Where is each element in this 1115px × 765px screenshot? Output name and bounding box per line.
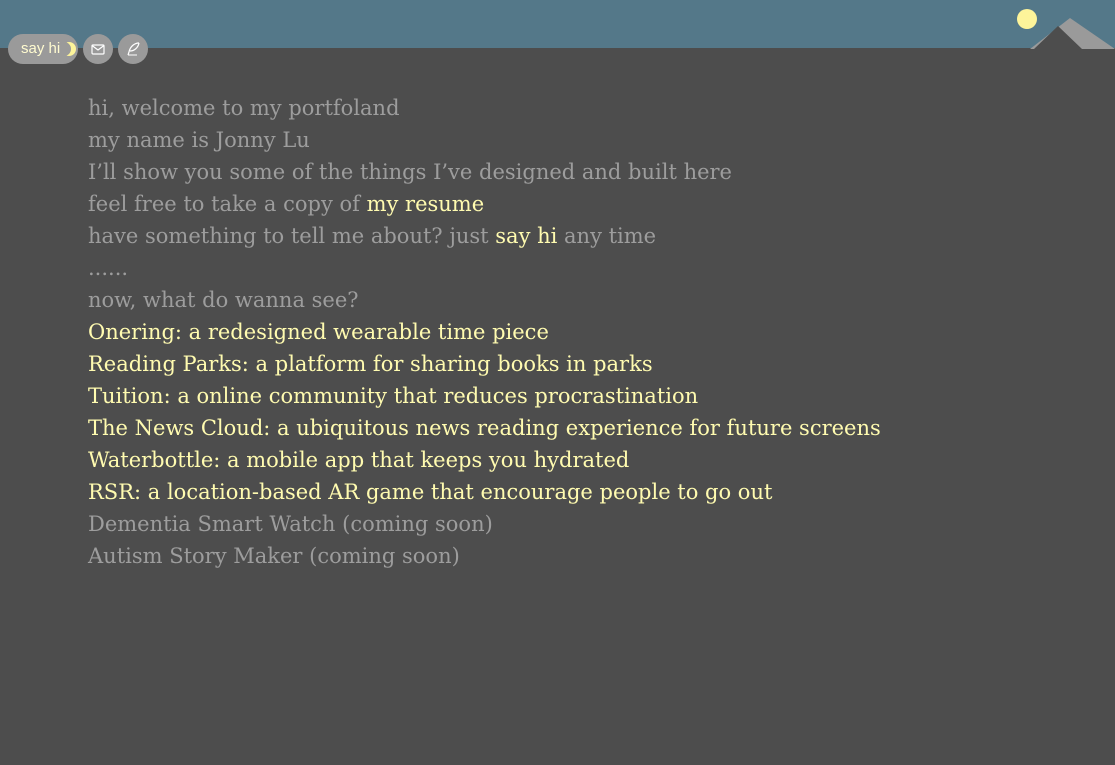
project-link-onering[interactable]: Onering: a redesigned wearable time piec… bbox=[88, 316, 1095, 348]
say-hi-button[interactable]: say hi bbox=[8, 34, 78, 64]
ellipsis-line: ...... bbox=[88, 256, 129, 280]
description-line: I’ll show you some of the things I’ve de… bbox=[88, 160, 732, 184]
header-bar bbox=[0, 0, 1115, 48]
say-hi-line-prefix: have something to tell me about? just bbox=[88, 224, 496, 248]
blog-button[interactable] bbox=[118, 34, 148, 64]
email-button[interactable] bbox=[83, 34, 113, 64]
project-link-tuition[interactable]: Tuition: a online community that reduces… bbox=[88, 380, 1095, 412]
mountain-decoration bbox=[1030, 18, 1115, 49]
project-link-waterbottle[interactable]: Waterbottle: a mobile app that keeps you… bbox=[88, 444, 1095, 476]
resume-line: feel free to take a copy of my resume bbox=[88, 188, 1095, 220]
say-hi-link[interactable]: say hi bbox=[495, 224, 557, 248]
name-line: my name is Jonny Lu bbox=[88, 128, 310, 152]
quill-icon bbox=[127, 42, 140, 56]
resume-link[interactable]: my resume bbox=[367, 192, 485, 216]
coming-soon-dementia: Dementia Smart Watch (coming soon) bbox=[88, 512, 493, 536]
say-hi-label: say hi bbox=[21, 40, 61, 57]
crescent-moon-icon bbox=[61, 42, 76, 56]
question-line: now, what do wanna see? bbox=[88, 288, 359, 312]
resume-line-prefix: feel free to take a copy of bbox=[88, 192, 367, 216]
say-hi-line-suffix: any time bbox=[557, 224, 657, 248]
intro-content: hi, welcome to my portfoland my name is … bbox=[88, 92, 1095, 572]
project-link-reading-parks[interactable]: Reading Parks: a platform for sharing bo… bbox=[88, 348, 1095, 380]
coming-soon-autism: Autism Story Maker (coming soon) bbox=[88, 544, 460, 568]
welcome-line: hi, welcome to my portfoland bbox=[88, 96, 400, 120]
page: say hi hi, welcome to my portfoland my n… bbox=[0, 0, 1115, 765]
say-hi-line: have something to tell me about? just sa… bbox=[88, 220, 1095, 252]
project-link-rsr[interactable]: RSR: a location-based AR game that encou… bbox=[88, 476, 1095, 508]
envelope-icon bbox=[91, 44, 105, 55]
project-link-news-cloud[interactable]: The News Cloud: a ubiquitous news readin… bbox=[88, 412, 1095, 444]
